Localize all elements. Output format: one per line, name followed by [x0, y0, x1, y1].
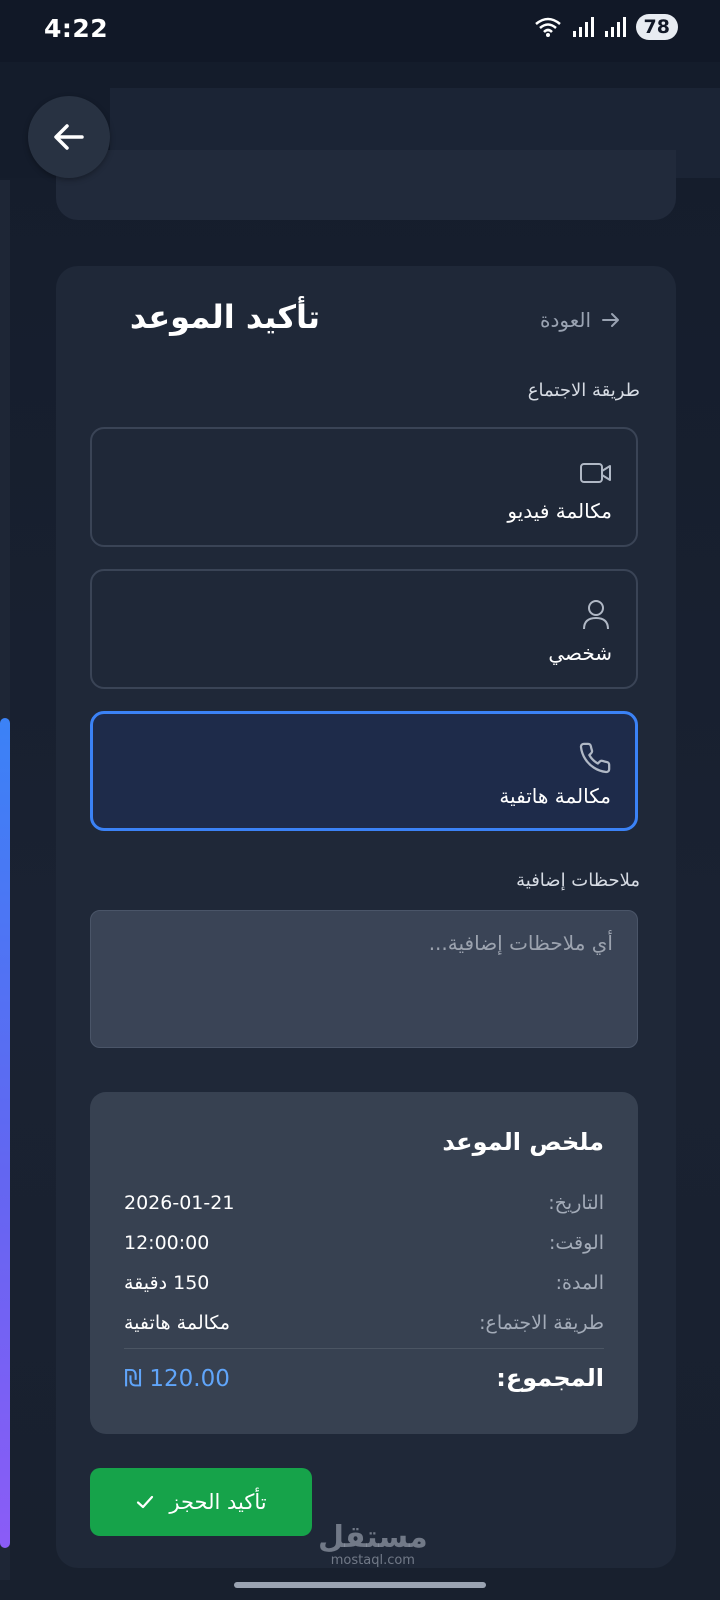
summary-row-label: التاريخ: [548, 1192, 604, 1214]
summary-row-value: 150 دقيقة [124, 1272, 210, 1294]
battery-indicator: 78 [635, 14, 678, 40]
divider [124, 1348, 604, 1349]
notes-input[interactable] [90, 910, 638, 1048]
notes-label: ملاحظات إضافية [516, 870, 640, 891]
watermark-logo: مستقل mostaql.com [318, 1522, 428, 1568]
total-amount: 120.00 [149, 1366, 230, 1392]
signal-icon [604, 17, 626, 37]
home-indicator[interactable] [234, 1582, 486, 1588]
currency-symbol: ₪ [124, 1366, 143, 1392]
summary-row-label: طريقة الاجتماع: [479, 1312, 604, 1334]
phone-icon [577, 740, 613, 776]
wifi-icon [534, 17, 561, 37]
watermark-latin: mostaql.com [330, 1553, 415, 1568]
option-label: مكالمة فيديو [507, 499, 612, 523]
summary-row-label: المدة: [555, 1272, 604, 1294]
option-video-call[interactable]: مكالمة فيديو [90, 427, 638, 547]
option-in-person[interactable]: شخصي [90, 569, 638, 689]
summary-row-value: مكالمة هاتفية [124, 1312, 231, 1334]
summary-row-label: الوقت: [548, 1232, 604, 1254]
watermark-arabic: مستقل [318, 1520, 428, 1555]
summary-title: ملخص الموعد [442, 1128, 604, 1156]
total-label: المجموع: [496, 1364, 604, 1392]
status-bar: 4:22 78 [0, 0, 720, 62]
option-label: مكالمة هاتفية [499, 784, 611, 808]
status-time: 4:22 [44, 14, 109, 43]
summary-row-value: 12:00:00 [124, 1232, 210, 1254]
back-button[interactable] [28, 96, 110, 178]
page-title: تأكيد الموعد [129, 298, 320, 336]
confirm-booking-button[interactable]: تأكيد الحجز [90, 1468, 312, 1536]
check-icon [137, 1495, 154, 1509]
confirm-booking-label: تأكيد الحجز [169, 1490, 267, 1514]
option-phone-call[interactable]: مكالمة هاتفية [90, 711, 638, 831]
arrow-right-icon [602, 313, 620, 327]
user-icon [578, 597, 614, 633]
previous-card [56, 150, 676, 220]
signal-icon [572, 17, 594, 37]
total-value: ₪ 120.00 [124, 1366, 230, 1392]
summary-row-value: 2026-01-21 [124, 1192, 235, 1214]
status-icons: 78 [534, 14, 678, 40]
option-label: شخصي [548, 641, 612, 665]
appointment-summary: ملخص الموعد التاريخ: 2026-01-21 الوقت: 1… [90, 1092, 638, 1434]
back-link-label: العودة [540, 308, 592, 332]
back-link[interactable]: العودة [540, 308, 621, 332]
video-icon [578, 455, 614, 491]
meeting-method-label: طريقة الاجتماع [527, 380, 640, 401]
arrow-left-icon [54, 124, 84, 150]
scrollbar-thumb[interactable] [0, 718, 10, 1548]
